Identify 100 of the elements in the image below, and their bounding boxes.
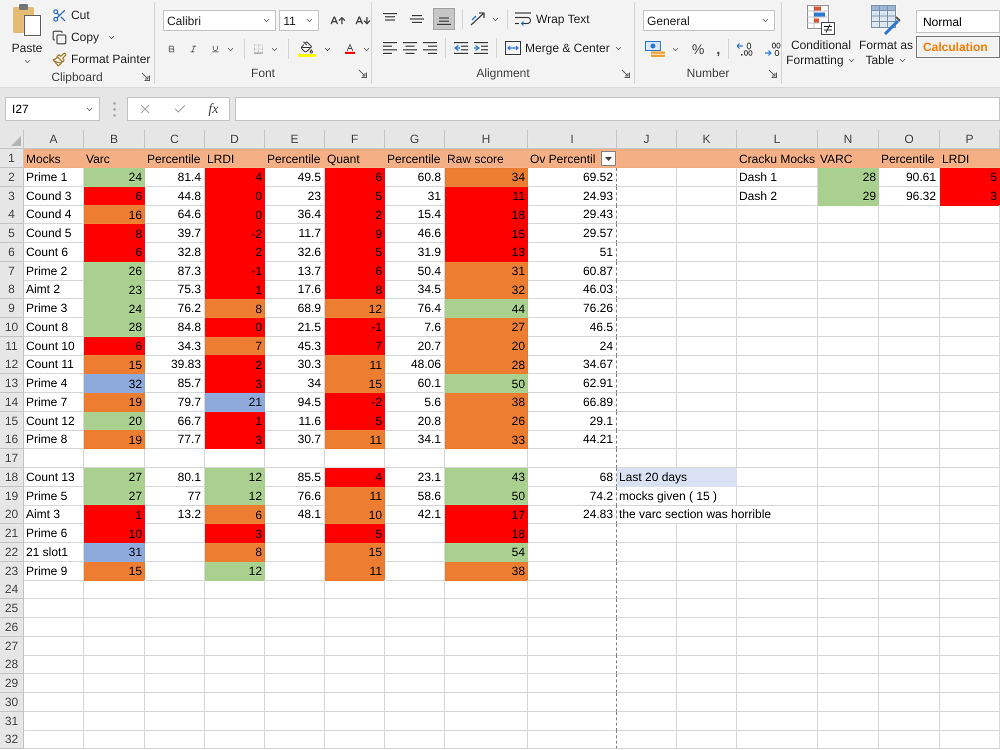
row-header[interactable]: 18 — [0, 468, 24, 487]
row-header[interactable]: 7 — [0, 262, 24, 280]
sheet-cell[interactable]: 19 — [84, 430, 145, 450]
sheet-cell[interactable]: 34.67 — [528, 355, 617, 374]
wrap-text-button[interactable]: Wrap Text — [515, 10, 590, 28]
empty-cell[interactable] — [528, 449, 617, 468]
sheet-cell[interactable]: 5 — [325, 186, 385, 206]
empty-cell[interactable] — [528, 730, 617, 750]
sheet-cell[interactable]: 28 — [84, 318, 145, 337]
dotted-grid-icon[interactable] — [254, 42, 263, 56]
sheet-cell[interactable]: Cracku Mocks — [737, 149, 818, 168]
sheet-cell[interactable]: 7 — [205, 336, 265, 356]
increase-indent-icon[interactable] — [474, 42, 488, 54]
sheet-cell[interactable]: -2 — [205, 224, 265, 243]
sheet-cell[interactable]: 38 — [445, 562, 528, 580]
column-header[interactable]: D — [205, 130, 265, 149]
sheet-cell[interactable]: 33 — [445, 430, 528, 450]
sheet-cell[interactable]: 2 — [205, 355, 265, 374]
sheet-cell[interactable]: 29.43 — [528, 205, 617, 224]
sheet-cell[interactable]: 19 — [84, 392, 145, 412]
sheet-cell[interactable]: the varc section was horrible — [617, 505, 818, 524]
sheet-cell[interactable]: 0 — [205, 205, 265, 224]
sheet-cell[interactable]: 74.2 — [528, 486, 617, 506]
sheet-cell[interactable]: 12 — [325, 299, 385, 318]
sheet-cell[interactable]: 0 — [205, 318, 265, 337]
percent-style-button[interactable]: % — [692, 42, 704, 56]
sheet-cell[interactable]: Ov Percentil — [528, 149, 617, 168]
dialog-launcher-icon[interactable] — [358, 68, 367, 78]
empty-cell[interactable] — [528, 674, 617, 693]
sheet-cell[interactable] — [617, 149, 677, 168]
sheet-cell[interactable]: Percentile — [385, 149, 445, 168]
sheet-cell[interactable]: 11 — [445, 186, 528, 206]
banknote-icon[interactable] — [645, 41, 665, 57]
column-header[interactable]: I — [528, 130, 617, 149]
sheet-cell[interactable]: 5 — [325, 412, 385, 430]
font-name-field[interactable]: Calibri — [163, 10, 276, 31]
row-header[interactable]: 28 — [0, 655, 24, 674]
sheet-cell[interactable]: 6 — [205, 505, 265, 524]
sheet-cell[interactable]: Last 20 days — [617, 468, 737, 487]
row-header[interactable]: 11 — [0, 336, 24, 356]
sheet-cell[interactable]: 27 — [445, 318, 528, 337]
sheet-cell[interactable]: Percentile — [145, 149, 205, 168]
sheet-cell[interactable]: 51 — [528, 242, 617, 262]
row-header[interactable]: 24 — [0, 580, 24, 600]
row-header[interactable]: 5 — [0, 224, 24, 243]
sheet-cell[interactable]: 8 — [84, 224, 145, 243]
sheet-cell[interactable]: 5 — [325, 524, 385, 543]
row-header[interactable]: 13 — [0, 374, 24, 393]
insert-function-button[interactable]: fx — [208, 98, 218, 120]
row-header[interactable]: 4 — [0, 205, 24, 224]
conditional-formatting-button[interactable]: Conditional Formatting — [786, 2, 856, 84]
sheet-cell[interactable]: 10 — [325, 505, 385, 524]
align-right-icon[interactable] — [423, 42, 437, 54]
sheet-cell[interactable]: 76.26 — [528, 299, 617, 318]
column-header[interactable]: L — [737, 130, 818, 149]
sheet-cell[interactable]: 66.89 — [528, 392, 617, 412]
sheet-cell[interactable]: 5 — [325, 242, 385, 262]
sheet-cell[interactable]: 24 — [528, 336, 617, 356]
sheet-cell[interactable]: 43 — [445, 468, 528, 487]
row-header[interactable]: 27 — [0, 636, 24, 656]
sheet-cell[interactable]: 0 — [205, 186, 265, 206]
sheet-cell[interactable]: 24.83 — [528, 505, 617, 524]
sheet-cell[interactable]: 20 — [84, 412, 145, 430]
cell-style-option[interactable]: Normal — [916, 10, 1000, 33]
row-header[interactable]: 21 — [0, 524, 24, 543]
dialog-launcher-icon[interactable] — [768, 68, 777, 78]
sheet-cell[interactable]: 1 — [205, 280, 265, 300]
name-box[interactable]: I27 — [5, 97, 100, 121]
row-header[interactable]: 6 — [0, 242, 24, 262]
format-painter-button[interactable]: Format Painter — [52, 48, 150, 70]
sheet-cell[interactable]: 11 — [325, 486, 385, 506]
sheet-cell[interactable]: 3 — [205, 374, 265, 393]
align-bottom-button[interactable] — [433, 8, 455, 30]
sheet-cell[interactable]: 9 — [325, 224, 385, 243]
sheet-cell[interactable]: 2 — [325, 205, 385, 224]
diagonal-arrow-icon[interactable] — [470, 12, 486, 26]
sheet-cell[interactable]: 31 — [445, 262, 528, 280]
sheet-cell[interactable]: Percentile — [879, 149, 940, 168]
filter-button[interactable] — [601, 151, 616, 166]
sheet-cell[interactable]: 29.1 — [528, 412, 617, 430]
sheet-cell[interactable]: Mocks — [24, 149, 84, 168]
empty-cell[interactable] — [528, 712, 617, 730]
column-header[interactable]: O — [879, 130, 940, 149]
row-header[interactable]: 20 — [0, 505, 24, 524]
row-header[interactable]: 15 — [0, 412, 24, 430]
sheet-cell[interactable]: 24.93 — [528, 186, 617, 206]
column-header[interactable]: F — [325, 130, 385, 149]
sheet-cell[interactable]: 18 — [445, 205, 528, 224]
row-header[interactable]: 29 — [0, 674, 24, 693]
sheet-cell[interactable]: 3 — [940, 186, 1000, 206]
column-header[interactable]: B — [84, 130, 145, 149]
sheet-cell[interactable]: 1 — [84, 505, 145, 524]
merge-center-button[interactable]: Merge & Center — [505, 39, 610, 57]
sheet-cell[interactable]: 21 — [205, 392, 265, 412]
sheet-cell[interactable]: 24 — [84, 168, 145, 187]
row-header[interactable]: 17 — [0, 449, 24, 468]
sheet-cell[interactable]: 28 — [818, 168, 879, 187]
sheet-cell[interactable]: LRDI — [205, 149, 265, 168]
row-header[interactable]: 30 — [0, 692, 24, 712]
paint-bucket-icon[interactable] — [298, 41, 316, 57]
